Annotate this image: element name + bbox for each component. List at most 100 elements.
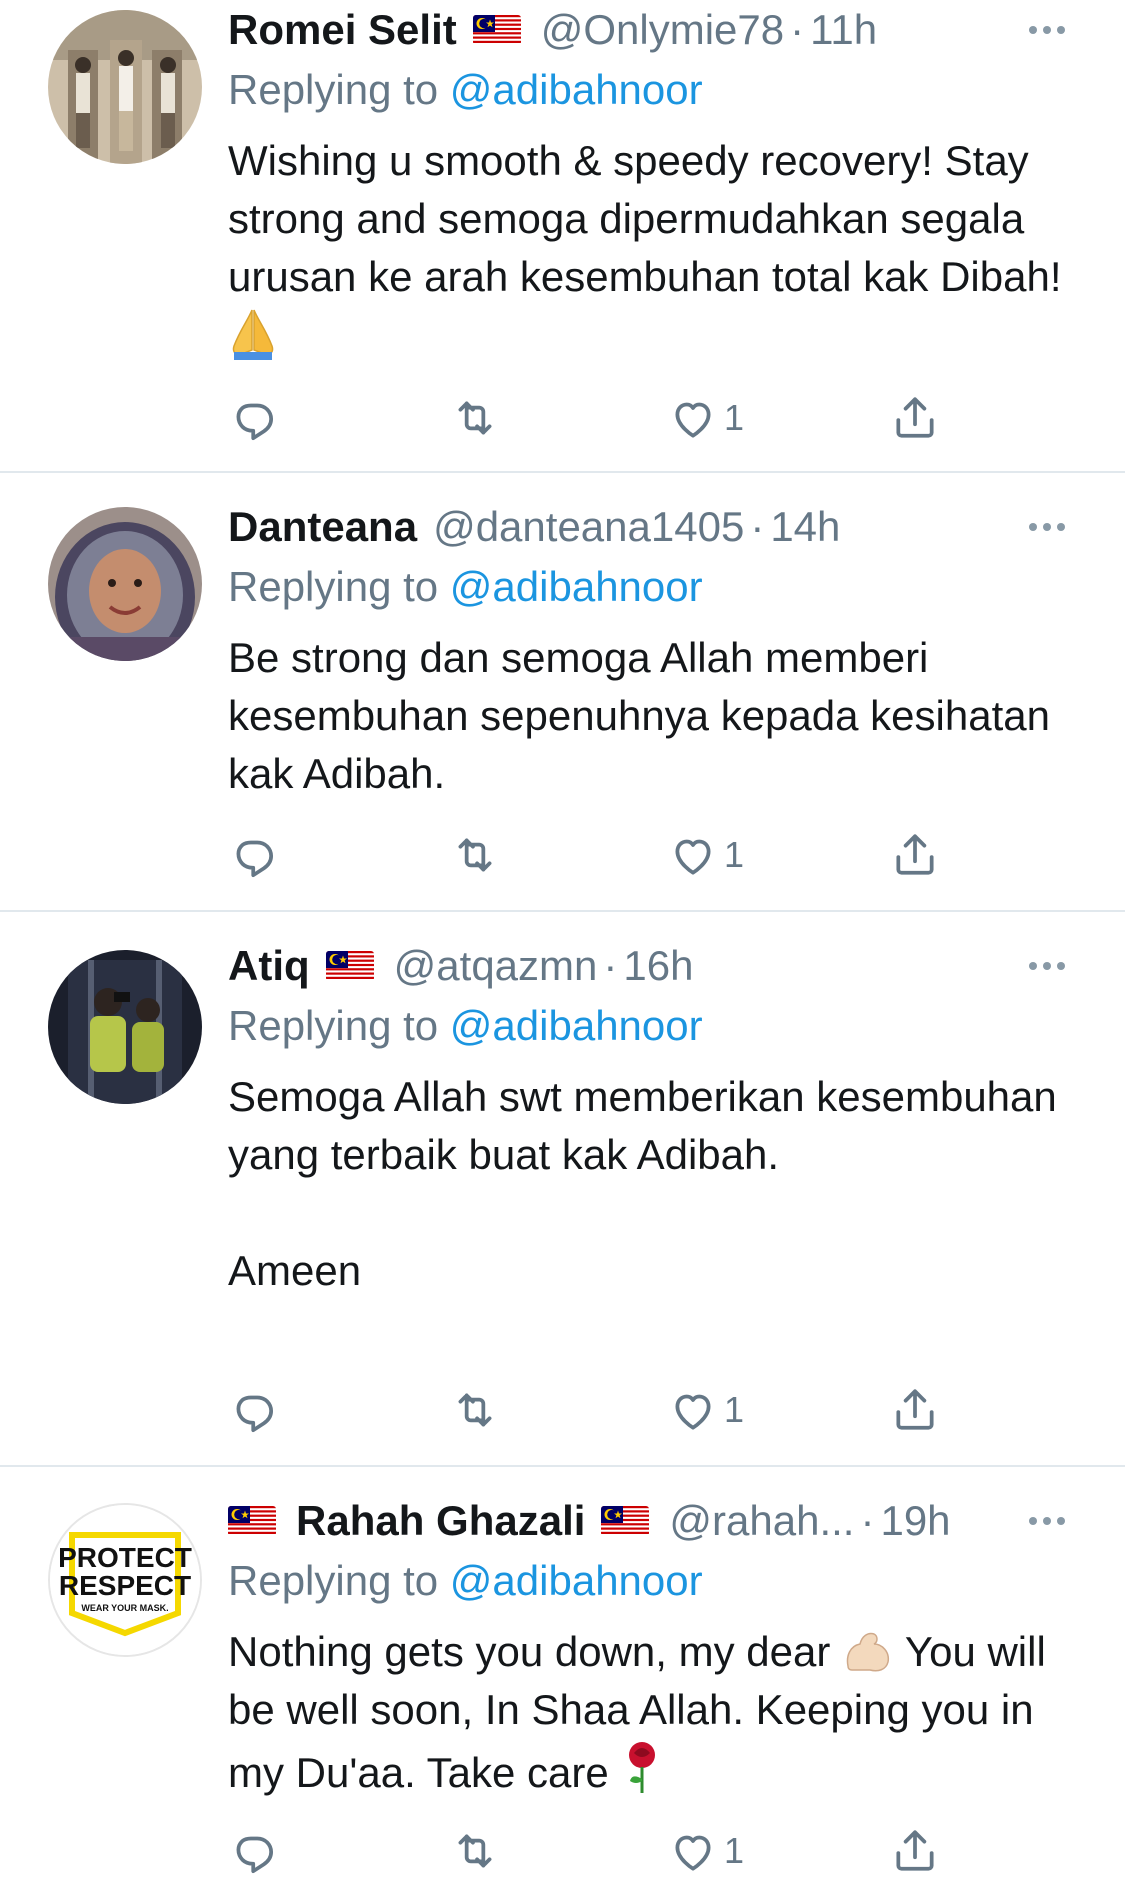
protect-respect-logo-icon: PROTECT RESPECT WEAR YOUR MASK.	[50, 1505, 200, 1655]
replying-prefix: Replying to	[228, 563, 439, 610]
timestamp[interactable]: 11h	[810, 0, 877, 60]
like-button[interactable]: 1	[668, 1385, 744, 1435]
more-icon[interactable]	[1017, 0, 1077, 60]
display-name[interactable]: Romei Selit	[228, 0, 457, 60]
more-icon[interactable]	[1017, 936, 1077, 996]
avatar-line-2: RESPECT	[59, 1570, 191, 1601]
avatar-line-1: PROTECT	[58, 1542, 192, 1573]
avatar[interactable]: PROTECT RESPECT WEAR YOUR MASK.	[48, 1503, 202, 1657]
malaysia-flag-icon	[228, 1506, 276, 1536]
action-bar: 1	[228, 825, 1085, 885]
reply-icon	[228, 1826, 278, 1876]
malaysia-flag-icon	[473, 15, 521, 45]
retweet-button[interactable]	[450, 1385, 500, 1435]
reply-icon	[228, 393, 278, 443]
replying-to: Replying to @adibahnoor	[228, 996, 1085, 1056]
handle[interactable]: @Onlymie78	[541, 0, 784, 60]
separator-dot: ·	[750, 503, 765, 550]
replying-prefix: Replying to	[228, 1557, 439, 1604]
avatar-photo-icon	[48, 507, 202, 661]
action-bar: 1	[228, 1380, 1085, 1440]
tweet-text-part1: Nothing gets you down, my dear	[228, 1628, 831, 1675]
reply-button[interactable]	[228, 830, 278, 880]
like-icon	[668, 1826, 718, 1876]
action-bar: 1	[228, 388, 1085, 448]
folded-hands-icon	[232, 309, 274, 360]
avatar[interactable]	[48, 950, 202, 1104]
like-icon	[668, 830, 718, 880]
like-count: 1	[724, 834, 745, 875]
tweet-1[interactable]: Romei Selit @Onlymie78 · 11h Replying to…	[0, 0, 1125, 473]
retweet-button[interactable]	[450, 1826, 500, 1876]
tweet-header: Danteana @danteana1405 · 14h	[228, 497, 1085, 557]
retweet-icon	[450, 1385, 500, 1435]
replying-to: Replying to @adibahnoor	[228, 1551, 1085, 1611]
replying-to: Replying to @adibahnoor	[228, 557, 1085, 617]
replying-mention-link[interactable]: @adibahnoor	[450, 1557, 703, 1604]
retweet-icon	[450, 393, 500, 443]
retweet-button[interactable]	[450, 830, 500, 880]
like-count: 1	[724, 1830, 745, 1871]
replying-mention-link[interactable]: @adibahnoor	[450, 1002, 703, 1049]
retweet-button[interactable]	[450, 393, 500, 443]
replying-to: Replying to @adibahnoor	[228, 60, 1085, 120]
share-icon	[890, 393, 940, 443]
avatar-photo-icon	[48, 950, 202, 1104]
display-name[interactable]: Atiq	[228, 936, 310, 996]
reply-icon	[228, 1385, 278, 1435]
share-icon	[890, 830, 940, 880]
tweet-text: Nothing gets you down, my dear You will …	[228, 1623, 1085, 1802]
tweet-header: Rahah Ghazali @rahah... · 19h	[228, 1491, 1085, 1551]
more-icon[interactable]	[1017, 1491, 1077, 1551]
reply-button[interactable]	[228, 1385, 278, 1435]
avatar[interactable]	[48, 507, 202, 661]
tweet-text: Semoga Allah swt memberikan kesembuhan y…	[228, 1073, 1057, 1294]
share-button[interactable]	[890, 393, 940, 443]
reply-button[interactable]	[228, 393, 278, 443]
timestamp[interactable]: 16h	[623, 936, 693, 996]
display-name[interactable]: Rahah Ghazali	[296, 1491, 585, 1551]
separator-dot: ·	[790, 6, 805, 53]
share-button[interactable]	[890, 830, 940, 880]
flexed-biceps-icon	[846, 1632, 890, 1672]
tweet-4[interactable]: PROTECT RESPECT WEAR YOUR MASK. Rahah Gh…	[0, 1467, 1125, 1883]
tweet-text: Wishing u smooth & speedy recovery! Stay…	[228, 132, 1085, 367]
separator-dot: ·	[603, 942, 618, 989]
timestamp[interactable]: 14h	[770, 497, 840, 557]
rose-icon	[629, 1742, 656, 1793]
like-icon	[668, 1385, 718, 1435]
share-icon	[890, 1826, 940, 1876]
tweet-text-content: Wishing u smooth & speedy recovery! Stay…	[228, 137, 1062, 300]
malaysia-flag-icon	[601, 1506, 649, 1536]
replying-mention-link[interactable]: @adibahnoor	[450, 66, 703, 113]
avatar[interactable]	[48, 10, 202, 164]
like-button[interactable]: 1	[668, 830, 744, 880]
handle[interactable]: @rahah...	[669, 1491, 854, 1551]
more-icon[interactable]	[1017, 497, 1077, 557]
separator-dot: ·	[860, 1497, 875, 1544]
replying-mention-link[interactable]: @adibahnoor	[450, 563, 703, 610]
retweet-icon	[450, 1826, 500, 1876]
handle[interactable]: @atqazmn	[394, 936, 598, 996]
retweet-icon	[450, 830, 500, 880]
tweet-text: Be strong dan semoga Allah memberi kesem…	[228, 634, 1062, 797]
like-button[interactable]: 1	[668, 393, 744, 443]
like-icon	[668, 393, 718, 443]
like-count: 1	[724, 1389, 745, 1430]
tweet-2[interactable]: Danteana @danteana1405 · 14h Replying to…	[0, 473, 1125, 912]
timestamp[interactable]: 19h	[880, 1491, 950, 1551]
malaysia-flag-icon	[326, 951, 374, 981]
share-icon	[890, 1385, 940, 1435]
share-button[interactable]	[890, 1826, 940, 1876]
share-button[interactable]	[890, 1385, 940, 1435]
reply-icon	[228, 830, 278, 880]
reply-button[interactable]	[228, 1826, 278, 1876]
handle[interactable]: @danteana1405	[433, 497, 744, 557]
display-name[interactable]: Danteana	[228, 497, 417, 557]
tweet-3[interactable]: Atiq @atqazmn · 16h Replying to @adibahn…	[0, 912, 1125, 1467]
tweet-header: Romei Selit @Onlymie78 · 11h	[228, 0, 1085, 60]
like-button[interactable]: 1	[668, 1826, 744, 1876]
replying-prefix: Replying to	[228, 66, 439, 113]
avatar-line-3: WEAR YOUR MASK.	[81, 1603, 168, 1613]
action-bar: 1	[228, 1821, 1085, 1881]
